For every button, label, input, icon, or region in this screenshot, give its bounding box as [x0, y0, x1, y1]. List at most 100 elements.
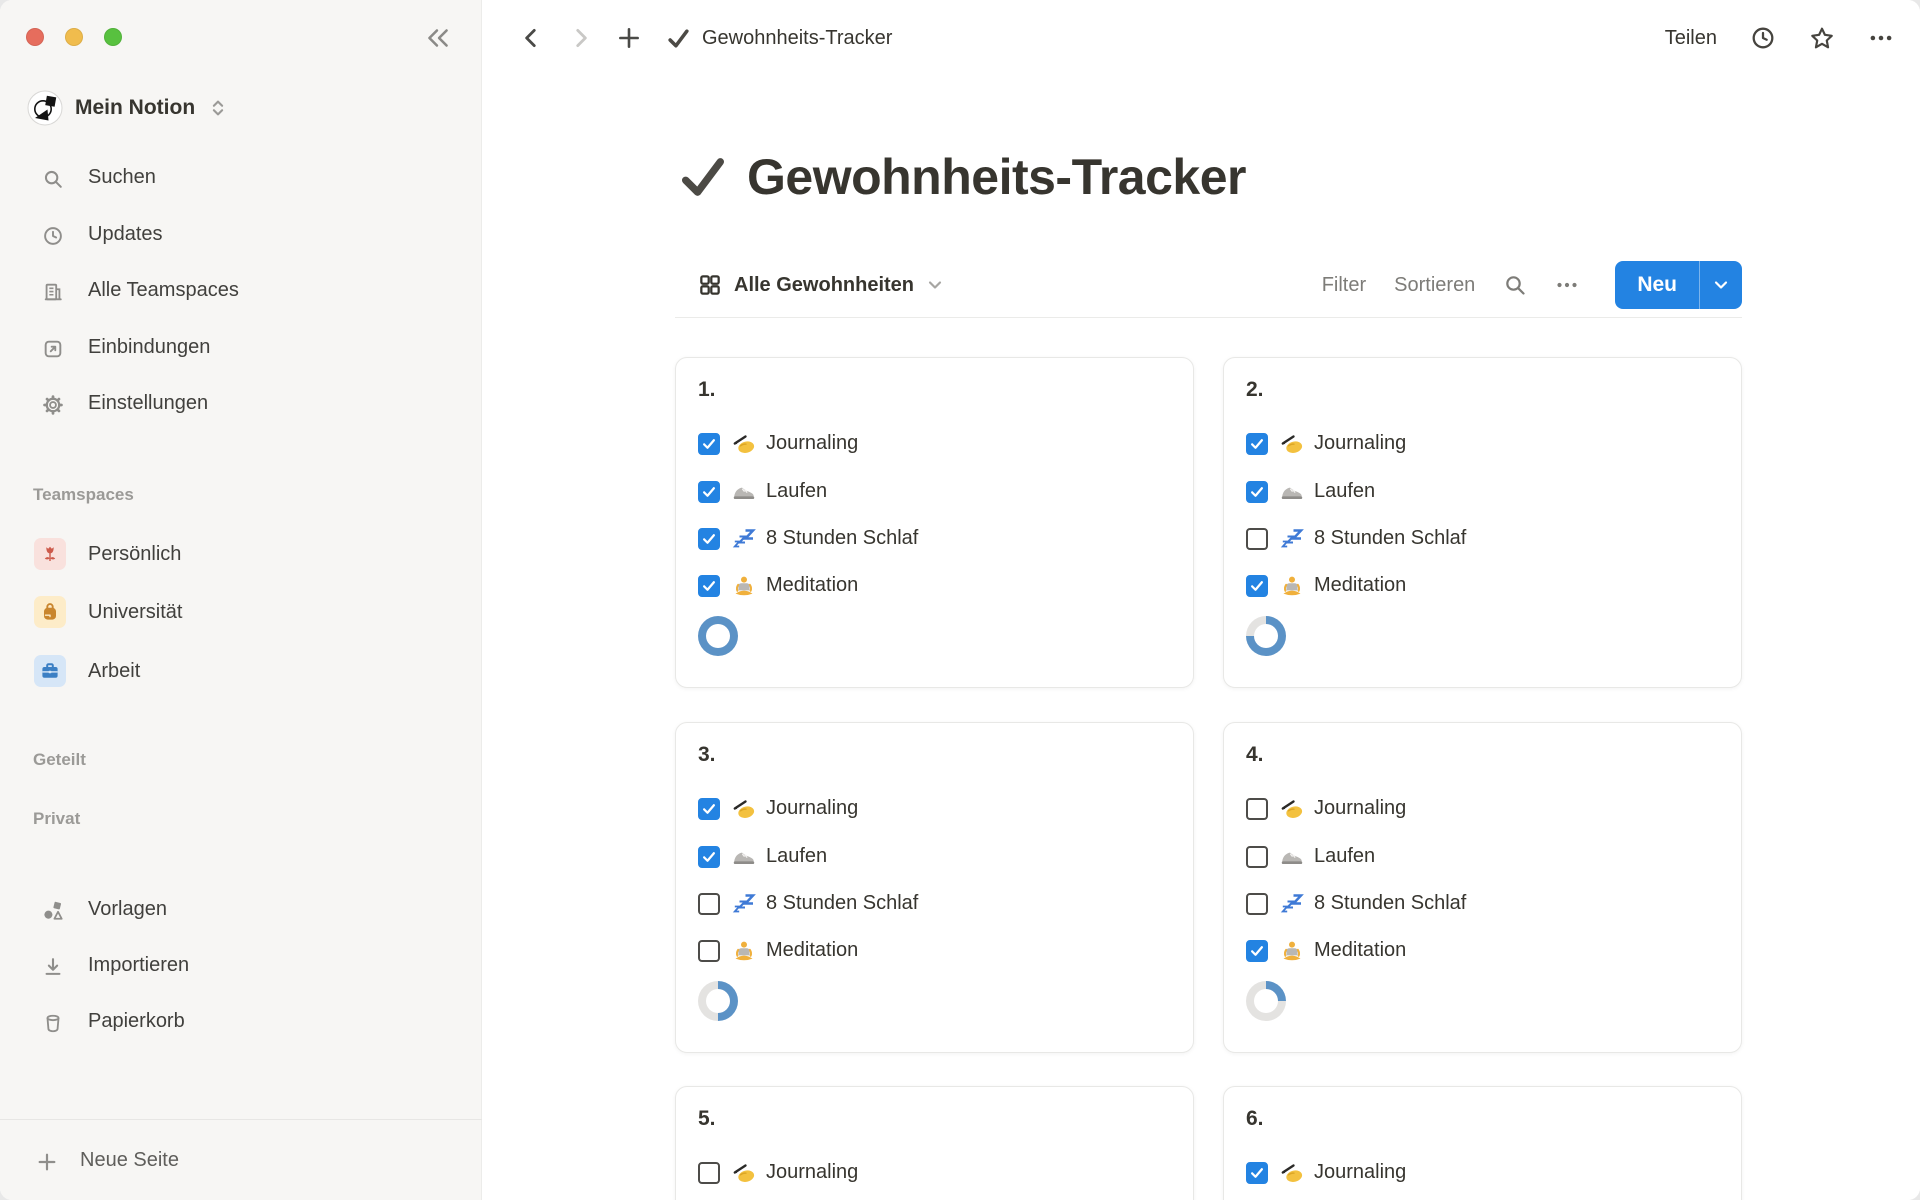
- new-page-button[interactable]: Neue Seite: [0, 1140, 482, 1184]
- zzz-sleep-icon: [1280, 892, 1304, 916]
- plus-icon: [36, 1151, 58, 1173]
- checkmark-page-icon: [666, 26, 691, 51]
- sidebar-teamspace-persoenlich[interactable]: Persönlich: [0, 532, 482, 576]
- main-area: Gewohnheits-Tracker Teilen Gewohnheits-T…: [482, 0, 1920, 1200]
- gallery-grid-icon: [697, 272, 723, 298]
- habit-row-schlaf: 8 Stunden Schlaf: [676, 528, 1195, 556]
- sidebar-teamspace-universitaet[interactable]: Universität: [0, 590, 482, 634]
- habit-checkbox[interactable]: [698, 893, 720, 915]
- nav-forward-button[interactable]: [565, 22, 597, 54]
- habit-checkbox[interactable]: [698, 940, 720, 962]
- more-options-icon[interactable]: [1555, 273, 1579, 297]
- card-title[interactable]: 4.: [1246, 743, 1264, 767]
- search-icon: [42, 168, 64, 190]
- sort-button[interactable]: Sortieren: [1394, 274, 1475, 297]
- sidebar-item-label: Papierkorb: [88, 1010, 185, 1033]
- habit-row-schlaf: 8 Stunden Schlaf: [1224, 528, 1743, 556]
- habit-checkbox[interactable]: [1246, 846, 1268, 868]
- minimize-window-button[interactable]: [65, 28, 83, 46]
- habit-checkbox[interactable]: [698, 846, 720, 868]
- card-title[interactable]: 2.: [1246, 378, 1264, 402]
- sidebar-item-vorlagen[interactable]: Vorlagen: [0, 889, 482, 933]
- section-geteilt[interactable]: Geteilt: [33, 750, 86, 770]
- sidebar-item-label: Updates: [88, 223, 163, 246]
- sidebar-item-label: Einstellungen: [88, 392, 208, 415]
- sidebar-item-updates[interactable]: Updates: [0, 214, 482, 258]
- writing-hand-icon: [732, 432, 756, 456]
- habit-checkbox[interactable]: [1246, 575, 1268, 597]
- running-shoe-icon: [732, 845, 756, 869]
- habit-checkbox[interactable]: [698, 433, 720, 455]
- favorite-star-icon[interactable]: [1809, 25, 1835, 51]
- habit-row-journaling: Journaling: [676, 798, 1195, 826]
- view-tab-alle-gewohnheiten[interactable]: Alle Gewohnheiten: [697, 261, 945, 309]
- habit-checkbox[interactable]: [698, 528, 720, 550]
- habit-card-3[interactable]: 3. Journaling Laufen 8 Stunden Schlaf Me…: [675, 722, 1194, 1053]
- embed-arrow-icon: [42, 338, 64, 360]
- search-icon[interactable]: [1503, 273, 1527, 297]
- sidebar-item-label: Einbindungen: [88, 336, 210, 359]
- habit-checkbox[interactable]: [698, 575, 720, 597]
- habit-row-schlaf: 8 Stunden Schlaf: [676, 893, 1195, 921]
- breadcrumb[interactable]: Gewohnheits-Tracker: [666, 22, 892, 54]
- habit-row-meditation: Meditation: [676, 940, 1195, 968]
- running-shoe-icon: [1280, 845, 1304, 869]
- breadcrumb-title: Gewohnheits-Tracker: [702, 27, 892, 50]
- habit-checkbox[interactable]: [1246, 433, 1268, 455]
- workspace-switcher[interactable]: Mein Notion: [27, 90, 229, 126]
- section-teamspaces[interactable]: Teamspaces: [33, 485, 134, 505]
- more-options-icon[interactable]: [1868, 25, 1894, 51]
- sidebar-item-einstellungen[interactable]: Einstellungen: [0, 383, 482, 427]
- habit-row-journaling: Journaling: [1224, 1162, 1743, 1190]
- nav-back-button[interactable]: [515, 22, 547, 54]
- habit-card-4[interactable]: 4. Journaling Laufen 8 Stunden Schlaf Me…: [1223, 722, 1742, 1053]
- habit-card-2[interactable]: 2. Journaling Laufen 8 Stunden Schlaf Me…: [1223, 357, 1742, 688]
- page-title-row: Gewohnheits-Tracker: [677, 148, 1246, 206]
- chevron-right-icon: [568, 25, 594, 51]
- history-clock-icon[interactable]: [1750, 25, 1776, 51]
- sidebar-item-papierkorb[interactable]: Papierkorb: [0, 1001, 482, 1045]
- zoom-window-button[interactable]: [104, 28, 122, 46]
- sidebar-item-suchen[interactable]: Suchen: [0, 157, 482, 201]
- card-title[interactable]: 1.: [698, 378, 716, 402]
- habit-checkbox[interactable]: [1246, 940, 1268, 962]
- progress-ring: [698, 981, 738, 1021]
- filter-button[interactable]: Filter: [1322, 274, 1366, 297]
- page-title[interactable]: Gewohnheits-Tracker: [747, 148, 1246, 206]
- new-tab-button[interactable]: [613, 22, 645, 54]
- zzz-sleep-icon: [732, 892, 756, 916]
- habit-checkbox[interactable]: [698, 481, 720, 503]
- share-button[interactable]: Teilen: [1665, 27, 1717, 50]
- habit-row-laufen: Laufen: [676, 481, 1195, 509]
- new-entry-dropdown-button[interactable]: [1700, 275, 1742, 295]
- card-title[interactable]: 5.: [698, 1107, 716, 1131]
- habit-checkbox[interactable]: [1246, 481, 1268, 503]
- close-window-button[interactable]: [26, 28, 44, 46]
- new-entry-button[interactable]: Neu: [1615, 273, 1699, 297]
- habit-checkbox[interactable]: [698, 798, 720, 820]
- section-privat[interactable]: Privat: [33, 809, 80, 829]
- habit-checkbox[interactable]: [698, 1162, 720, 1184]
- checkmark-page-icon[interactable]: [677, 151, 729, 203]
- card-title[interactable]: 6.: [1246, 1107, 1264, 1131]
- sidebar-item-alle-teamspaces[interactable]: Alle Teamspaces: [0, 270, 482, 314]
- habit-checkbox[interactable]: [1246, 528, 1268, 550]
- habit-label: Meditation: [1314, 574, 1406, 597]
- habit-row-laufen: Laufen: [676, 846, 1195, 874]
- sidebar-teamspace-arbeit[interactable]: Arbeit: [0, 649, 482, 693]
- card-title[interactable]: 3.: [698, 743, 716, 767]
- gear-icon: [42, 394, 64, 416]
- sidebar-collapse-button[interactable]: [418, 22, 458, 54]
- workspace-name: Mein Notion: [75, 96, 195, 120]
- habit-label: Journaling: [766, 1161, 858, 1184]
- habit-checkbox[interactable]: [1246, 798, 1268, 820]
- habit-checkbox[interactable]: [1246, 893, 1268, 915]
- sidebar-item-importieren[interactable]: Importieren: [0, 945, 482, 989]
- writing-hand-icon: [1280, 1161, 1304, 1185]
- habit-card-6[interactable]: 6. Journaling: [1223, 1086, 1742, 1200]
- habit-card-5[interactable]: 5. Journaling: [675, 1086, 1194, 1200]
- backpack-icon: [34, 596, 66, 628]
- habit-checkbox[interactable]: [1246, 1162, 1268, 1184]
- habit-card-1[interactable]: 1. Journaling Laufen 8 Stunden Schlaf Me…: [675, 357, 1194, 688]
- sidebar-item-einbindungen[interactable]: Einbindungen: [0, 327, 482, 371]
